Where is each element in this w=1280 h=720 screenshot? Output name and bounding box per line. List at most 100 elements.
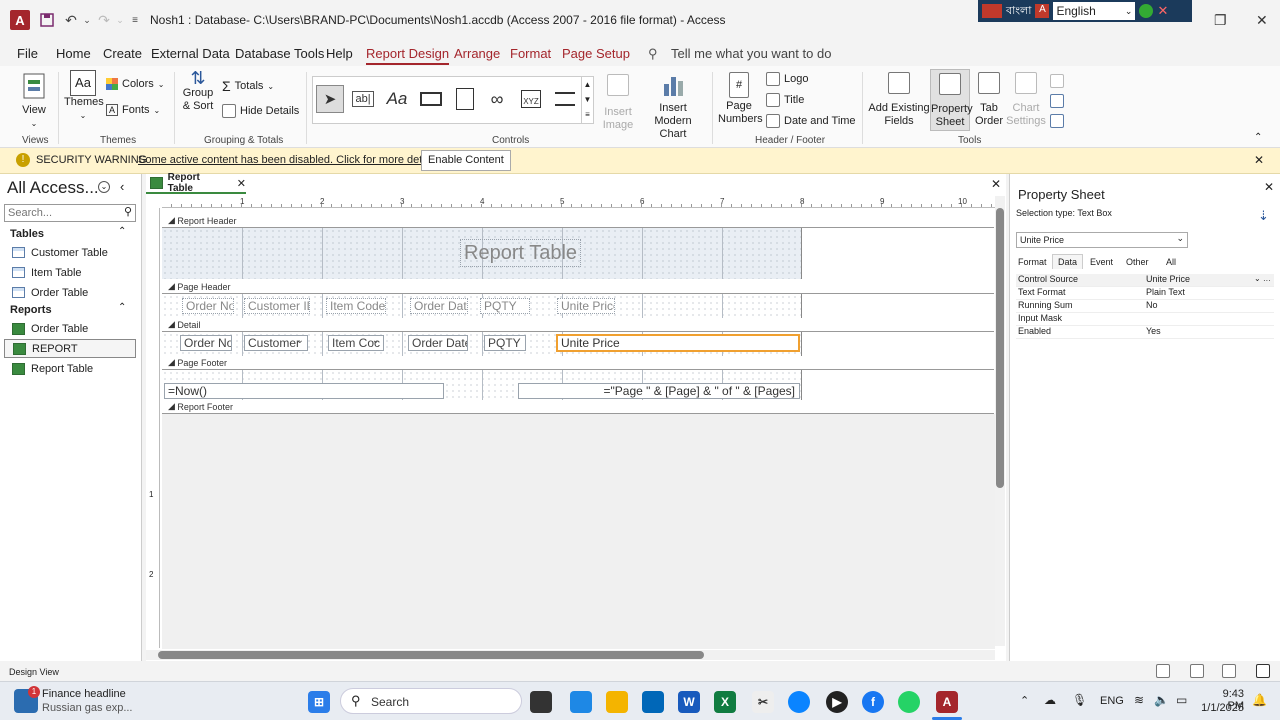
detail-field-pqty[interactable]: PQTY	[484, 335, 526, 351]
insert-image-button[interactable]: Insert Image	[598, 74, 638, 132]
tell-me-search[interactable]: Tell me what you want to do	[671, 46, 831, 61]
prop-tab-event[interactable]: Event	[1090, 257, 1113, 267]
layout-view-icon[interactable]	[1222, 664, 1236, 678]
detail-field-order-date[interactable]: Order Date	[408, 335, 468, 351]
nav-item-report-order-table[interactable]: Order Table	[4, 319, 136, 338]
taskbar-search[interactable]: ⚲ Search	[340, 688, 522, 714]
page-numbers-button[interactable]: # Page Numbers	[718, 72, 763, 126]
add-existing-fields-button[interactable]: Add Existing Fields	[868, 72, 930, 128]
volume-icon[interactable]: 🔈	[1154, 693, 1169, 707]
report-header-section[interactable]: Report Table	[162, 228, 802, 279]
tab-external-data[interactable]: External Data	[151, 46, 230, 61]
view-code-icon[interactable]	[1050, 94, 1064, 108]
label-control-icon[interactable]: Aa	[383, 85, 411, 113]
tab-control-icon[interactable]	[451, 85, 479, 113]
input-language[interactable]: ENG	[1100, 695, 1124, 707]
microphone-icon[interactable]: 🎙	[1072, 693, 1087, 707]
facebook-icon[interactable]: f	[862, 691, 884, 713]
prop-tab-format[interactable]: Format	[1018, 257, 1047, 267]
detail-section[interactable]: Order No Customer Item Coc Order Date PQ…	[162, 332, 802, 356]
footer-page-field[interactable]: ="Page " & [Page] & " of " & [Pages]	[518, 383, 800, 399]
logo-button[interactable]: Logo	[766, 72, 808, 86]
prop-row-control-source[interactable]: Control Source Unite Price ⌄ …	[1016, 274, 1274, 287]
page-header-section[interactable]: Order No Customer ID Item Code Order Dat…	[162, 294, 802, 318]
enable-content-button[interactable]: Enable Content	[421, 150, 511, 171]
design-view-icon[interactable]	[1256, 664, 1270, 678]
header-label-unite-price[interactable]: Unite Price	[557, 298, 615, 314]
close-document-icon[interactable]: ✕	[991, 177, 1001, 191]
date-time-button[interactable]: Date and Time	[766, 114, 856, 128]
tab-file[interactable]: File	[17, 46, 38, 61]
tab-home[interactable]: Home	[56, 46, 91, 61]
selection-dropdown[interactable]: Unite Price ⌄	[1016, 232, 1188, 248]
excel-icon[interactable]: X	[714, 691, 736, 713]
prop-row-input-mask[interactable]: Input Mask	[1016, 313, 1274, 326]
nav-item-customer-table[interactable]: Customer Table	[4, 243, 136, 262]
close-window-icon[interactable]: ✕	[1256, 12, 1268, 29]
report-view-icon[interactable]	[1156, 664, 1170, 678]
nav-item-report-table[interactable]: Report Table	[4, 359, 136, 378]
tab-arrange[interactable]: Arrange	[454, 46, 500, 61]
notification-bell-icon[interactable]: 🔔	[1252, 693, 1267, 707]
header-label-order-no[interactable]: Order No	[182, 298, 234, 314]
detail-combo-customer[interactable]: Customer	[244, 335, 308, 351]
customize-qat-icon[interactable]: ≡	[126, 11, 144, 29]
copilot-icon[interactable]	[570, 691, 592, 713]
nav-section-tables[interactable]: Tables	[10, 228, 44, 240]
report-title-label[interactable]: Report Table	[460, 239, 582, 267]
gallery-scroll[interactable]: ▲ ▼ ≡	[581, 77, 593, 123]
group-sort-button[interactable]: ⇅ Group & Sort	[180, 69, 216, 113]
close-pane-icon[interactable]: ✕	[1264, 180, 1274, 194]
textbox-control-icon[interactable]: ab|	[349, 85, 377, 113]
print-preview-icon[interactable]	[1190, 664, 1204, 678]
nav-control-icon[interactable]: XYZ	[517, 85, 545, 113]
shutter-close-icon[interactable]: ‹	[120, 179, 124, 194]
page-footer-section[interactable]: =Now() ="Page " & [Page] & " of " & [Pag…	[162, 370, 802, 400]
wifi-icon[interactable]: ≋	[1134, 693, 1144, 707]
collapse-reports-icon[interactable]: ⌃	[118, 302, 126, 313]
save-icon[interactable]	[38, 11, 56, 29]
tab-database-tools[interactable]: Database Tools	[235, 46, 324, 61]
nav-item-report[interactable]: REPORT	[4, 339, 136, 358]
clock-date[interactable]: 1/1/2025	[1196, 702, 1244, 714]
prop-value[interactable]: No	[1144, 300, 1274, 312]
scroll-thumb[interactable]	[158, 651, 704, 659]
language-select[interactable]: English ⌄	[1053, 2, 1136, 20]
section-bar-detail[interactable]: ◢ Detail	[162, 318, 994, 332]
header-label-item-code[interactable]: Item Code	[326, 298, 386, 314]
onedrive-icon[interactable]: ☁	[1044, 693, 1056, 707]
sort-icon[interactable]: ⇣	[1258, 208, 1269, 224]
themes-button[interactable]: Aa Themes ⌄	[64, 70, 104, 122]
header-label-order-date[interactable]: Order Date	[410, 298, 468, 314]
prop-value[interactable]: Plain Text	[1144, 287, 1274, 299]
prop-row-running-sum[interactable]: Running Sum No	[1016, 300, 1274, 313]
subform-icon[interactable]	[1050, 74, 1064, 88]
fonts-button[interactable]: A Fonts ⌄	[106, 104, 160, 116]
prop-tab-other[interactable]: Other	[1126, 257, 1149, 267]
task-view-icon[interactable]	[530, 691, 552, 713]
tab-format[interactable]: Format	[510, 46, 551, 61]
security-warning-link[interactable]: Some active content has been disabled. C…	[138, 154, 442, 166]
line-break-control-icon[interactable]	[551, 85, 579, 113]
undo-dropdown-icon[interactable]: ⌄	[78, 11, 96, 29]
access-taskbar-icon[interactable]: A	[936, 691, 958, 713]
battery-icon[interactable]: ▭	[1176, 693, 1187, 707]
header-label-pqty[interactable]: PQTY	[480, 298, 530, 314]
detail-combo-item-code[interactable]: Item Coc	[328, 335, 384, 351]
hide-details-button[interactable]: Hide Details	[222, 104, 299, 118]
nav-item-order-table[interactable]: Order Table	[4, 283, 136, 302]
nav-pane-title[interactable]: All Access...	[7, 178, 99, 198]
show-hidden-icons-icon[interactable]: ⌃	[1020, 694, 1029, 707]
detail-field-order-no[interactable]: Order No	[180, 335, 232, 351]
prop-row-enabled[interactable]: Enabled Yes	[1016, 326, 1274, 339]
tab-report-design[interactable]: Report Design	[366, 46, 450, 65]
section-bar-page-footer[interactable]: ◢ Page Footer	[162, 356, 994, 370]
prop-tab-data[interactable]: Data	[1052, 254, 1084, 269]
tab-order-button[interactable]: Tab Order	[974, 72, 1004, 128]
close-warning-icon[interactable]: ✕	[1254, 153, 1264, 167]
keyboard-app-icon[interactable]: A	[1035, 4, 1050, 18]
title-button[interactable]: Title	[766, 93, 804, 107]
collapse-tables-icon[interactable]: ⌃	[118, 226, 126, 237]
store-icon[interactable]	[642, 691, 664, 713]
chart-settings-button[interactable]: Chart Settings	[1006, 72, 1046, 128]
